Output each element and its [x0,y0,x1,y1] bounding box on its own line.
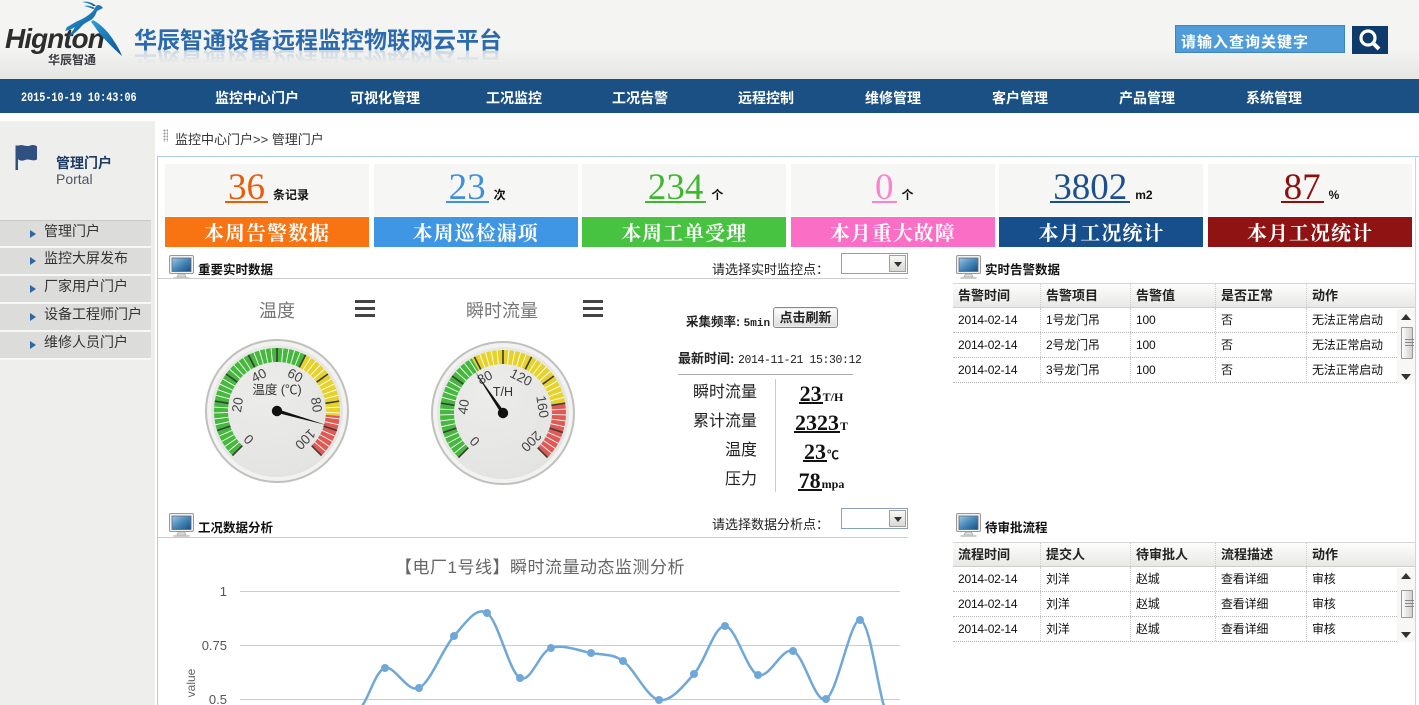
svg-text:20: 20 [229,396,246,413]
svg-text:T/H: T/H [493,385,513,399]
svg-text:温度 (℃): 温度 (℃) [252,382,301,397]
svg-text:40: 40 [455,398,472,415]
svg-text:80: 80 [308,396,325,413]
